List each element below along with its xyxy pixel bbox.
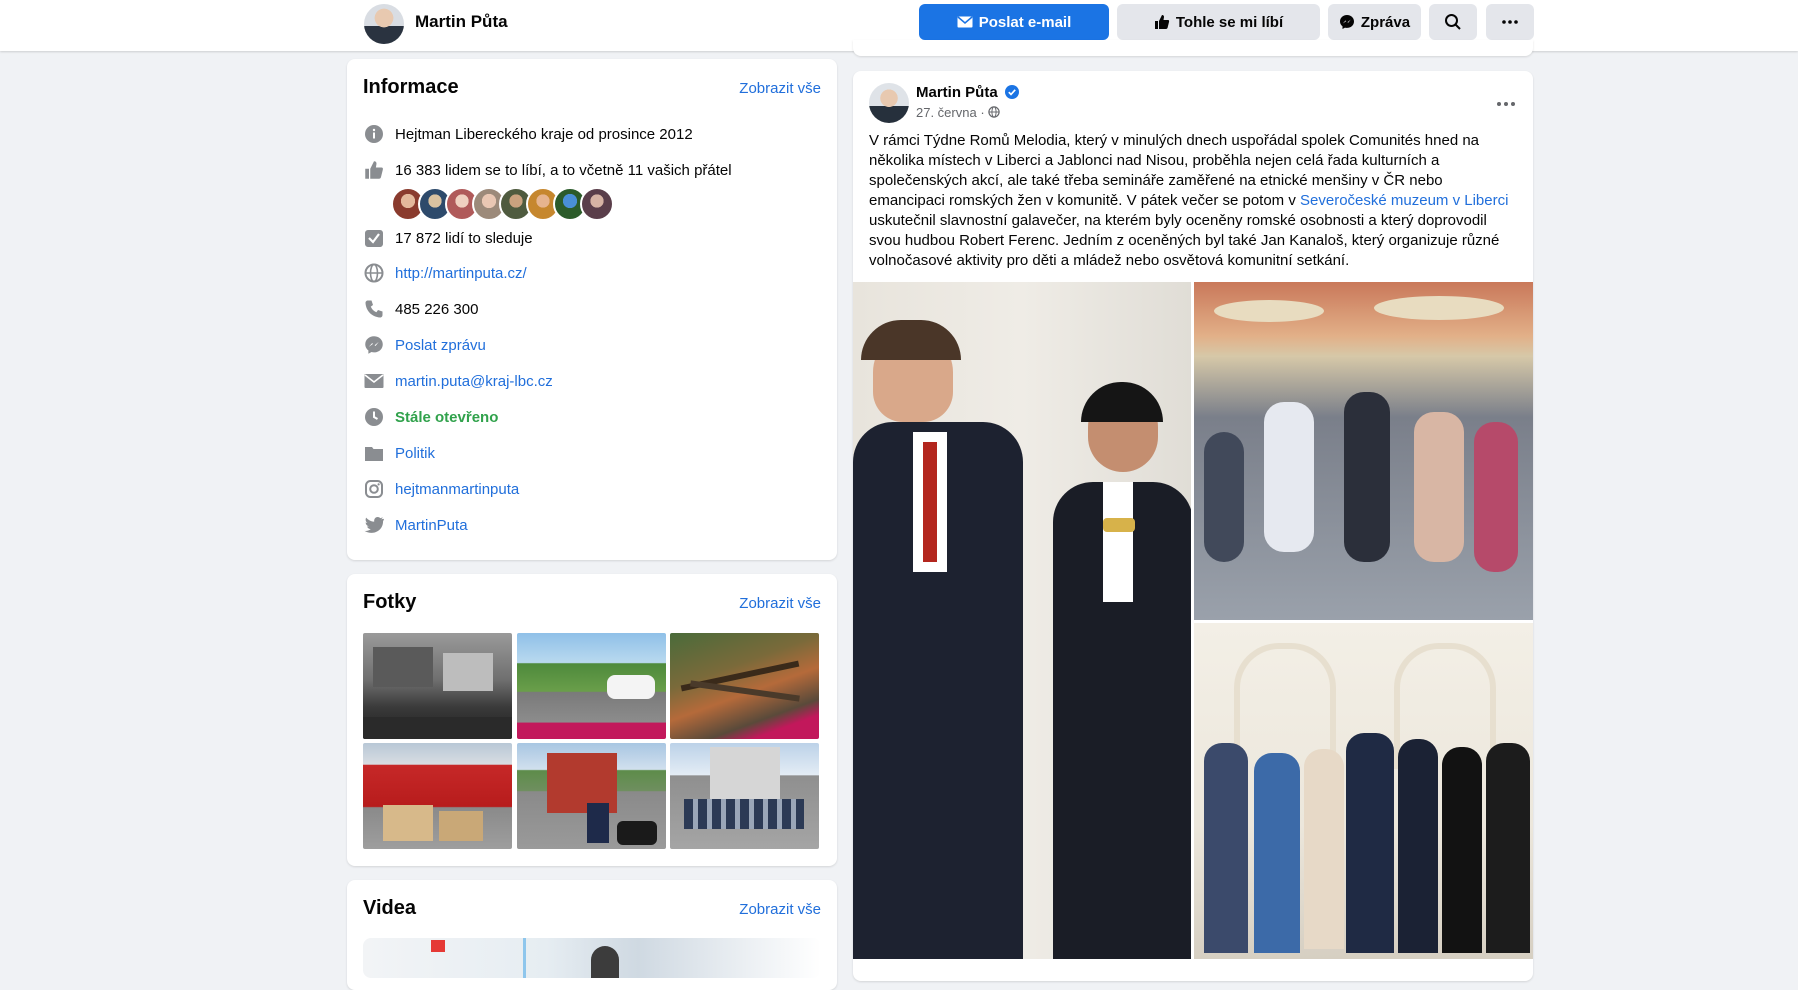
photo-thumbnail[interactable] (517, 633, 666, 739)
videos-title: Videa (363, 897, 416, 919)
send-email-button[interactable]: Poslat e-mail (919, 4, 1109, 40)
email-icon (957, 16, 973, 28)
info-row-phone: 485 226 300 (363, 297, 821, 321)
followers-count-text: 17 872 lidí to sleduje (395, 229, 533, 247)
post-photo-main[interactable] (853, 282, 1191, 959)
post-photo-group[interactable] (1194, 623, 1533, 959)
page-name[interactable]: Martin Půta (415, 12, 508, 32)
instagram-icon (363, 478, 385, 500)
phone-icon (363, 298, 385, 320)
post-options-button[interactable] (1497, 93, 1515, 111)
photos-card: Fotky Zobrazit vše (347, 574, 837, 866)
videos-see-all-link[interactable]: Zobrazit vše (739, 901, 821, 918)
info-row-likes: 16 383 lidem se to líbí, a to včetně 11 … (363, 158, 821, 182)
info-see-all-link[interactable]: Zobrazit vše (739, 80, 821, 97)
info-row-category: Politik (363, 441, 821, 465)
date-separator: · (980, 105, 985, 120)
instagram-link[interactable]: hejtmanmartinputa (395, 481, 519, 498)
info-icon (363, 123, 385, 145)
twitter-icon (363, 514, 385, 536)
post-author-name[interactable]: Martin Půta (916, 84, 998, 101)
info-row-hours: Stále otevřeno (363, 405, 821, 429)
likes-count-text: 16 383 lidem se to líbí, a to včetně 11 … (395, 161, 732, 179)
video-thumbnail[interactable] (363, 938, 821, 978)
messenger-icon (1339, 15, 1354, 29)
info-row-website: http://martinputa.cz/ (363, 261, 821, 285)
info-intro-text: Hejtman Libereckého kraje od prosince 20… (395, 125, 693, 143)
search-icon (1445, 14, 1461, 30)
photo-thumbnail[interactable] (670, 633, 819, 739)
message-label: Zpráva (1360, 13, 1411, 31)
open-hours-text: Stále otevřeno (395, 408, 499, 426)
info-row-followers: 17 872 lidí to sleduje (363, 226, 821, 250)
send-message-link[interactable]: Poslat zprávu (395, 337, 486, 354)
previous-post-edge (853, 40, 1533, 56)
search-button[interactable] (1429, 4, 1477, 40)
info-row-email: martin.puta@kraj-lbc.cz (363, 369, 821, 393)
post-date-text: 27. června (916, 105, 977, 120)
like-page-button[interactable]: Tohle se mi líbí (1117, 4, 1320, 40)
phone-number-text[interactable]: 485 226 300 (395, 301, 478, 318)
message-button[interactable]: Zpráva (1328, 4, 1421, 40)
category-link[interactable]: Politik (395, 445, 435, 462)
photos-title: Fotky (363, 591, 417, 613)
post-author-avatar[interactable] (869, 83, 909, 123)
more-icon (1502, 20, 1518, 24)
profile-avatar[interactable] (364, 4, 404, 44)
email-link[interactable]: martin.puta@kraj-lbc.cz (395, 373, 553, 390)
post-date[interactable]: 27. června · (916, 105, 1000, 120)
photo-thumbnail[interactable] (363, 633, 512, 739)
museum-link[interactable]: Severočeské muzeum v Liberci (1300, 192, 1508, 209)
friend-avatar[interactable] (580, 187, 614, 221)
website-link[interactable]: http://martinputa.cz/ (395, 265, 527, 282)
post-text-part: uskutečnil slavnostní galavečer, na kter… (869, 212, 1500, 269)
info-row-intro: Hejtman Libereckého kraje od prosince 20… (363, 122, 821, 146)
photo-thumbnail[interactable] (363, 743, 512, 849)
videos-card: Videa Zobrazit vše (347, 880, 837, 990)
messenger-icon (363, 334, 385, 356)
email-icon (363, 370, 385, 392)
clock-icon (363, 406, 385, 428)
post-body-text: V rámci Týdne Romů Melodia, který v minu… (869, 131, 1519, 271)
photo-thumbnail[interactable] (670, 743, 819, 849)
post-photo-square[interactable] (1194, 282, 1533, 620)
info-card: Informace Zobrazit vše Hejtman Liberecké… (347, 59, 837, 560)
more-options-button[interactable] (1486, 4, 1534, 40)
photos-see-all-link[interactable]: Zobrazit vše (739, 595, 821, 612)
post-card: Martin Půta 27. června · V rámci Týdne R… (853, 71, 1533, 981)
like-icon (363, 159, 385, 181)
send-email-label: Poslat e-mail (978, 13, 1072, 31)
globe-icon (988, 106, 1000, 118)
category-icon (363, 442, 385, 464)
info-row-instagram: hejtmanmartinputa (363, 477, 821, 501)
info-row-message: Poslat zprávu (363, 333, 821, 357)
twitter-link[interactable]: MartinPuta (395, 517, 468, 534)
like-page-label: Tohle se mi líbí (1175, 13, 1284, 31)
more-icon (1497, 102, 1515, 106)
info-title: Informace (363, 76, 459, 98)
verified-badge-icon (1005, 85, 1019, 104)
info-row-twitter: MartinPuta (363, 513, 821, 537)
globe-icon (363, 262, 385, 284)
follow-icon (363, 227, 385, 249)
thumbs-up-icon (1154, 15, 1169, 29)
photo-thumbnail[interactable] (517, 743, 666, 849)
